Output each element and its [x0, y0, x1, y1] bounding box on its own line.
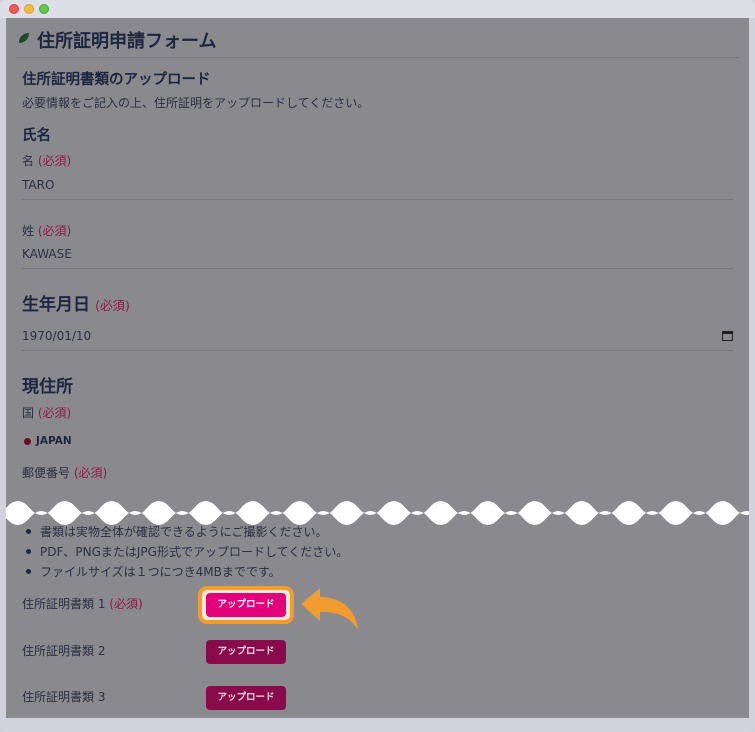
minimize-window-button[interactable] — [24, 4, 34, 14]
field-underline — [22, 350, 733, 351]
address-section-title: 現住所 — [22, 377, 73, 397]
title-bar — [0, 0, 755, 18]
document-2-label: 住所証明書類 2 — [22, 644, 106, 658]
intro-text: 必要情報をご記入の上、住所証明をアップロードしてください。 — [22, 96, 370, 110]
browser-window: 住所証明申請フォーム 住所証明書類のアップロード 必要情報をご記入の上、住所証明… — [0, 0, 755, 732]
upload-button-1[interactable]: アップロード — [206, 593, 286, 617]
instruction-item: PDF、PNGまたはJPG形式でアップロードしてください。 — [26, 543, 348, 560]
upload-button-2[interactable]: アップロード — [206, 640, 286, 664]
last-name-field[interactable]: KAWASE — [22, 247, 72, 261]
dob-field[interactable]: 1970/01/10 — [22, 329, 91, 343]
leaf-icon — [19, 33, 29, 43]
pointer-arrow-icon — [301, 588, 358, 630]
postal-code-label: 郵便番号 (必須) — [22, 466, 108, 480]
country-select[interactable]: JAPAN — [36, 435, 72, 447]
dob-section-title: 生年月日 (必須) — [22, 295, 130, 315]
flag-icon — [24, 438, 31, 445]
first-name-label: 名 (必須) — [22, 154, 72, 168]
field-underline — [22, 199, 733, 200]
form-panel: 住所証明申請フォーム 住所証明書類のアップロード 必要情報をご記入の上、住所証明… — [6, 18, 749, 718]
close-window-button[interactable] — [9, 4, 19, 14]
last-name-label: 姓 (必須) — [22, 224, 72, 238]
first-name-field[interactable]: TARO — [22, 178, 54, 192]
upload-section-title: 住所証明書類のアップロード — [22, 72, 211, 88]
document-1-label: 住所証明書類 1 (必須) — [22, 597, 143, 611]
page-title: 住所証明申請フォーム — [37, 31, 217, 52]
country-label: 国 (必須) — [22, 406, 72, 420]
divider — [16, 57, 739, 58]
instruction-item: 書類は実物全体が確認できるようにご撮影ください。 — [26, 523, 328, 540]
upload-button-3[interactable]: アップロード — [206, 686, 286, 710]
document-3-label: 住所証明書類 3 — [22, 690, 106, 704]
instruction-item: ファイルサイズは１つにつき4MBまでです。 — [26, 563, 281, 580]
maximize-window-button[interactable] — [39, 4, 49, 14]
name-section-title: 氏名 — [22, 128, 51, 144]
calendar-icon[interactable] — [722, 331, 733, 341]
field-underline — [22, 268, 733, 269]
